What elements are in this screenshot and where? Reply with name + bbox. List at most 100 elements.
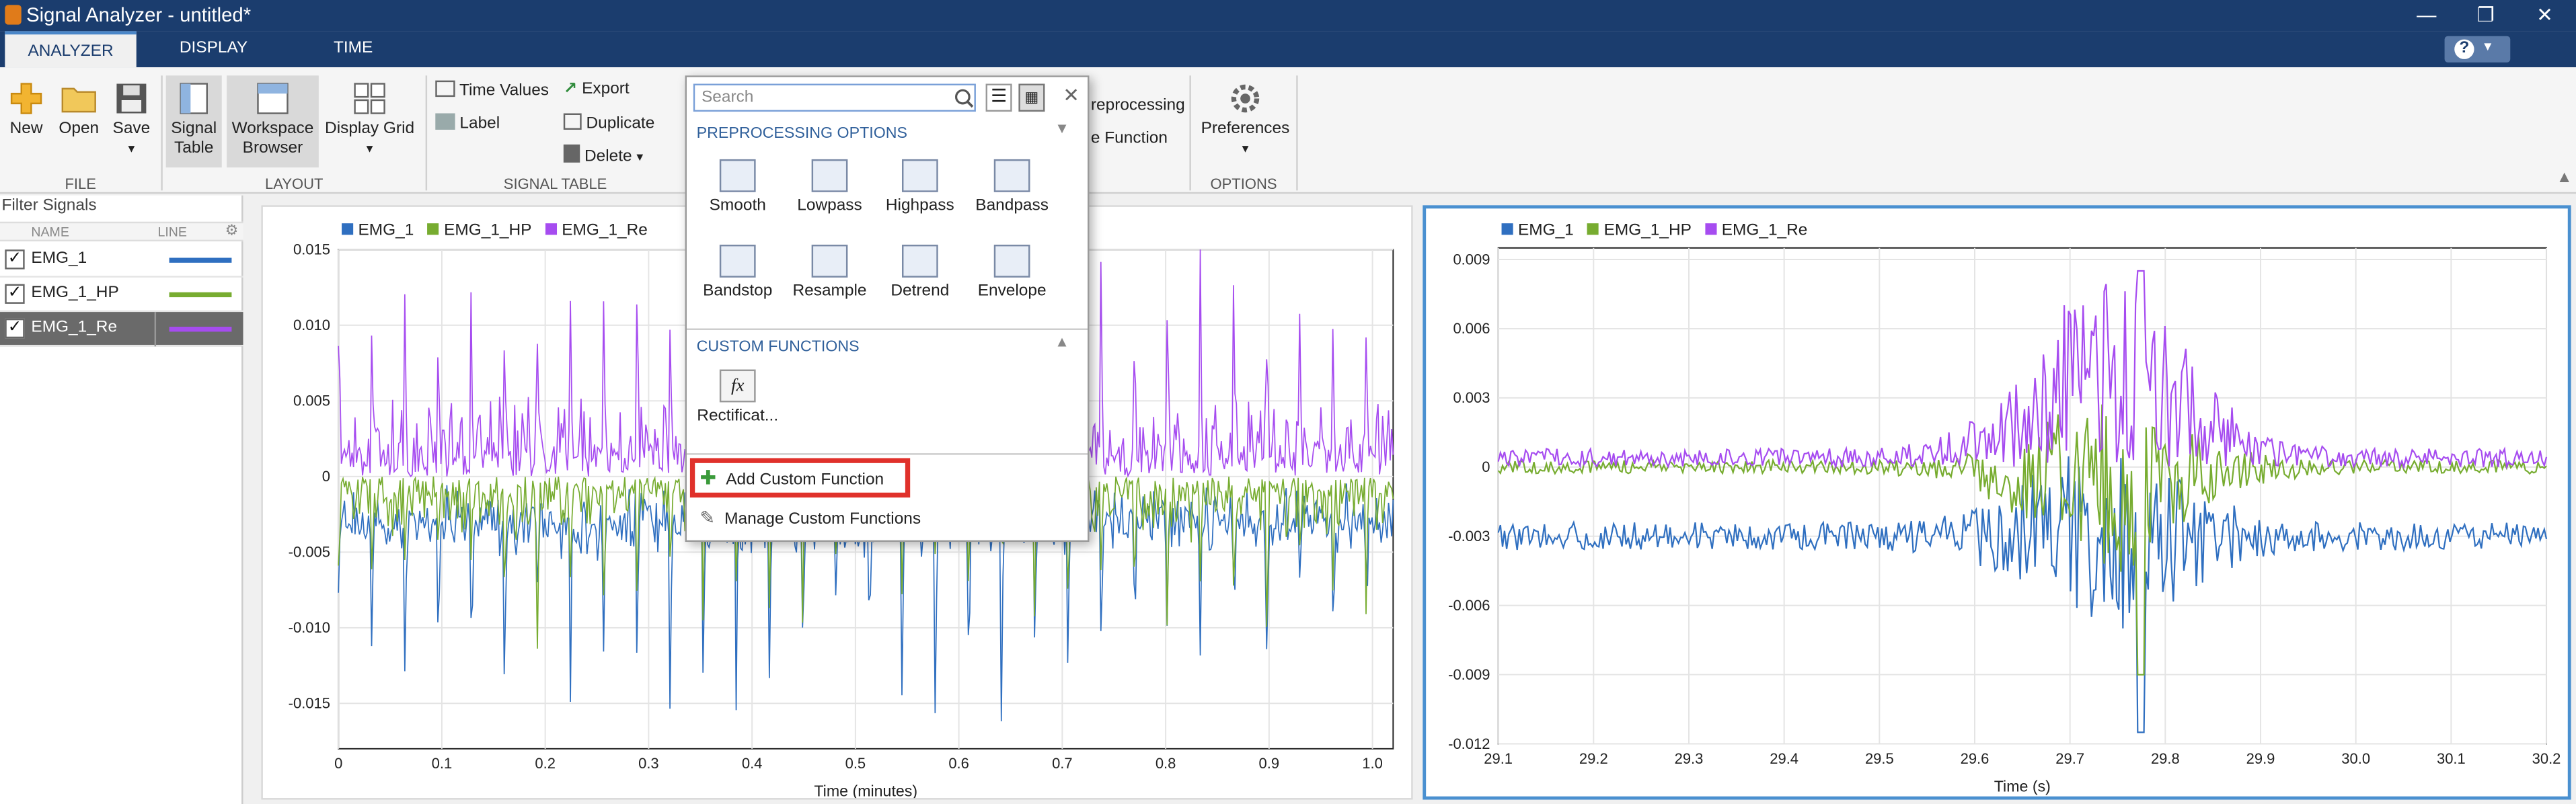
x-tick-label: 0.9 xyxy=(1259,755,1280,772)
line-color-swatch[interactable] xyxy=(169,327,232,332)
y-tick-label: 0 xyxy=(1482,458,1490,475)
filter-signals-input[interactable]: Filter Signals xyxy=(1,197,96,215)
row-checkbox[interactable]: ✓ xyxy=(5,284,25,304)
option-label: Rectificat... xyxy=(697,407,779,426)
y-tick-label: -0.003 xyxy=(1448,528,1490,545)
table-row[interactable]: ✓ EMG_1 xyxy=(0,243,243,278)
save-button[interactable]: Save ▾ xyxy=(108,82,154,159)
row-checkbox[interactable]: ✓ xyxy=(5,249,25,270)
option-label: Envelope xyxy=(977,282,1047,300)
manage-custom-functions-label: Manage Custom Functions xyxy=(724,510,921,529)
resample-option[interactable]: Resample xyxy=(784,244,876,300)
gear-icon[interactable]: ⚙ xyxy=(225,222,239,240)
list-view-icon[interactable]: ☰ xyxy=(985,83,1012,112)
highpass-option[interactable]: Highpass xyxy=(874,159,966,215)
collapse-section-icon[interactable]: ▲ xyxy=(1055,333,1069,350)
option-label: Detrend xyxy=(891,282,950,300)
highpass-icon xyxy=(901,159,938,192)
table-header: NAME LINE ⚙ xyxy=(0,221,243,242)
export-button[interactable]: ↗ Export xyxy=(564,81,630,99)
divider xyxy=(1189,75,1191,191)
x-tick-label: 30.1 xyxy=(2437,750,2466,767)
delete-label: Delete xyxy=(584,147,632,166)
folder-icon xyxy=(61,87,96,113)
y-tick-label: 0.003 xyxy=(1453,389,1490,406)
search-icon[interactable] xyxy=(954,89,974,108)
line-color-swatch[interactable] xyxy=(169,292,232,298)
table-row[interactable]: ✓ EMG_1_HP xyxy=(0,278,243,313)
tab-time[interactable]: TIME xyxy=(304,31,403,67)
open-label: Open xyxy=(59,120,100,138)
workspace-browser-label-1: Workspace xyxy=(231,120,314,138)
detrend-option[interactable]: Detrend xyxy=(874,244,966,300)
delete-button[interactable]: Delete ▾ xyxy=(563,144,644,166)
manage-icon: ✎ xyxy=(699,509,716,529)
chart-right[interactable]: 29.1 29.2 29.3 29.4 29.5 29.6 29.7 29.8 29.9 30.0… xyxy=(1426,208,2568,796)
table-row-selected[interactable]: ✓ EMG_1_Re xyxy=(0,312,243,347)
add-custom-function-button[interactable]: ✚ Add Custom Function xyxy=(700,467,884,489)
y-tick-label: -0.010 xyxy=(289,619,330,636)
section-layout-label: LAYOUT xyxy=(265,175,324,192)
add-custom-function-label: Add Custom Function xyxy=(726,471,884,489)
envelope-option[interactable]: Envelope xyxy=(966,244,1058,300)
signal-table-label-1: Signal xyxy=(171,120,217,138)
resample-icon xyxy=(811,244,848,278)
x-tick-label: 0.8 xyxy=(1156,755,1176,772)
custom-function-partial-label[interactable]: e Function xyxy=(1091,130,1168,148)
new-button[interactable]: New xyxy=(5,82,48,139)
chevron-down-icon: ▾ xyxy=(1242,141,1249,157)
open-button[interactable]: Open xyxy=(54,82,104,139)
x-axis-label: Time (minutes) xyxy=(814,782,917,798)
matlab-logo-icon xyxy=(5,5,22,25)
chevron-down-icon: ▾ xyxy=(366,141,373,157)
divider xyxy=(687,328,1088,330)
tab-analyzer[interactable]: ANALYZER xyxy=(5,31,137,68)
y-tick-label: -0.015 xyxy=(289,695,330,712)
signal-name: EMG_1_HP xyxy=(31,284,119,303)
x-tick-label: 0.3 xyxy=(638,755,659,772)
trash-icon xyxy=(563,144,580,163)
rectification-option[interactable]: fx Rectificat... xyxy=(691,369,784,426)
signal-analyzer-app: Signal Analyzer - untitled* — ❐ ✕ ANALYZ… xyxy=(0,0,2576,804)
collapse-section-icon[interactable]: ▼ xyxy=(1055,120,1069,136)
signal-table-icon xyxy=(180,83,208,114)
add-icon: ✚ xyxy=(699,466,717,489)
display-grid-button[interactable]: Display Grid ▾ xyxy=(324,82,416,159)
preprocessing-partial-label[interactable]: reprocessing xyxy=(1091,97,1185,115)
search-input[interactable]: Search xyxy=(693,83,976,112)
label-button[interactable]: Label xyxy=(435,113,500,133)
row-checkbox[interactable]: ✓ xyxy=(5,318,25,339)
x-tick-label: 0.6 xyxy=(948,755,969,772)
time-values-icon xyxy=(435,80,455,97)
preferences-button[interactable]: Preferences ▾ xyxy=(1198,82,1293,159)
smooth-icon xyxy=(719,159,756,192)
collapse-ribbon-icon[interactable]: ▲ xyxy=(2556,169,2573,188)
signal-table-button[interactable]: Signal Table xyxy=(165,75,222,168)
duplicate-button[interactable]: Duplicate xyxy=(563,113,654,133)
y-tick-label: 0 xyxy=(322,468,330,485)
help-button[interactable]: ? ▾ xyxy=(2444,36,2511,63)
option-label: Bandpass xyxy=(975,197,1049,215)
new-label: New xyxy=(9,120,43,138)
line-color-swatch[interactable] xyxy=(169,257,232,263)
manage-custom-functions-button[interactable]: ✎ Manage Custom Functions xyxy=(699,508,921,529)
export-label: Export xyxy=(582,80,630,99)
close-icon[interactable]: ✕ xyxy=(2507,0,2576,31)
close-icon[interactable]: ✕ xyxy=(1063,84,1079,107)
x-tick-label: 29.5 xyxy=(1865,750,1894,767)
x-tick-label: 29.7 xyxy=(2055,750,2084,767)
smooth-option[interactable]: Smooth xyxy=(691,159,784,215)
bandstop-option[interactable]: Bandstop xyxy=(691,244,784,300)
tab-display[interactable]: DISPLAY xyxy=(156,31,271,67)
workspace-browser-button[interactable]: Workspace Browser xyxy=(227,75,319,168)
y-tick-label: -0.009 xyxy=(1448,666,1490,683)
x-tick-label: 29.9 xyxy=(2246,750,2275,767)
x-tick-label: 1.0 xyxy=(1362,755,1383,772)
x-tick-label: 29.3 xyxy=(1675,750,1704,767)
grid-view-icon[interactable]: ▦ xyxy=(1018,83,1045,112)
lowpass-option[interactable]: Lowpass xyxy=(784,159,876,215)
bandpass-option[interactable]: Bandpass xyxy=(966,159,1058,215)
time-values-button[interactable]: Time Values xyxy=(435,80,549,100)
chevron-down-icon: ▾ xyxy=(636,149,644,165)
y-tick-label: -0.005 xyxy=(289,544,330,561)
